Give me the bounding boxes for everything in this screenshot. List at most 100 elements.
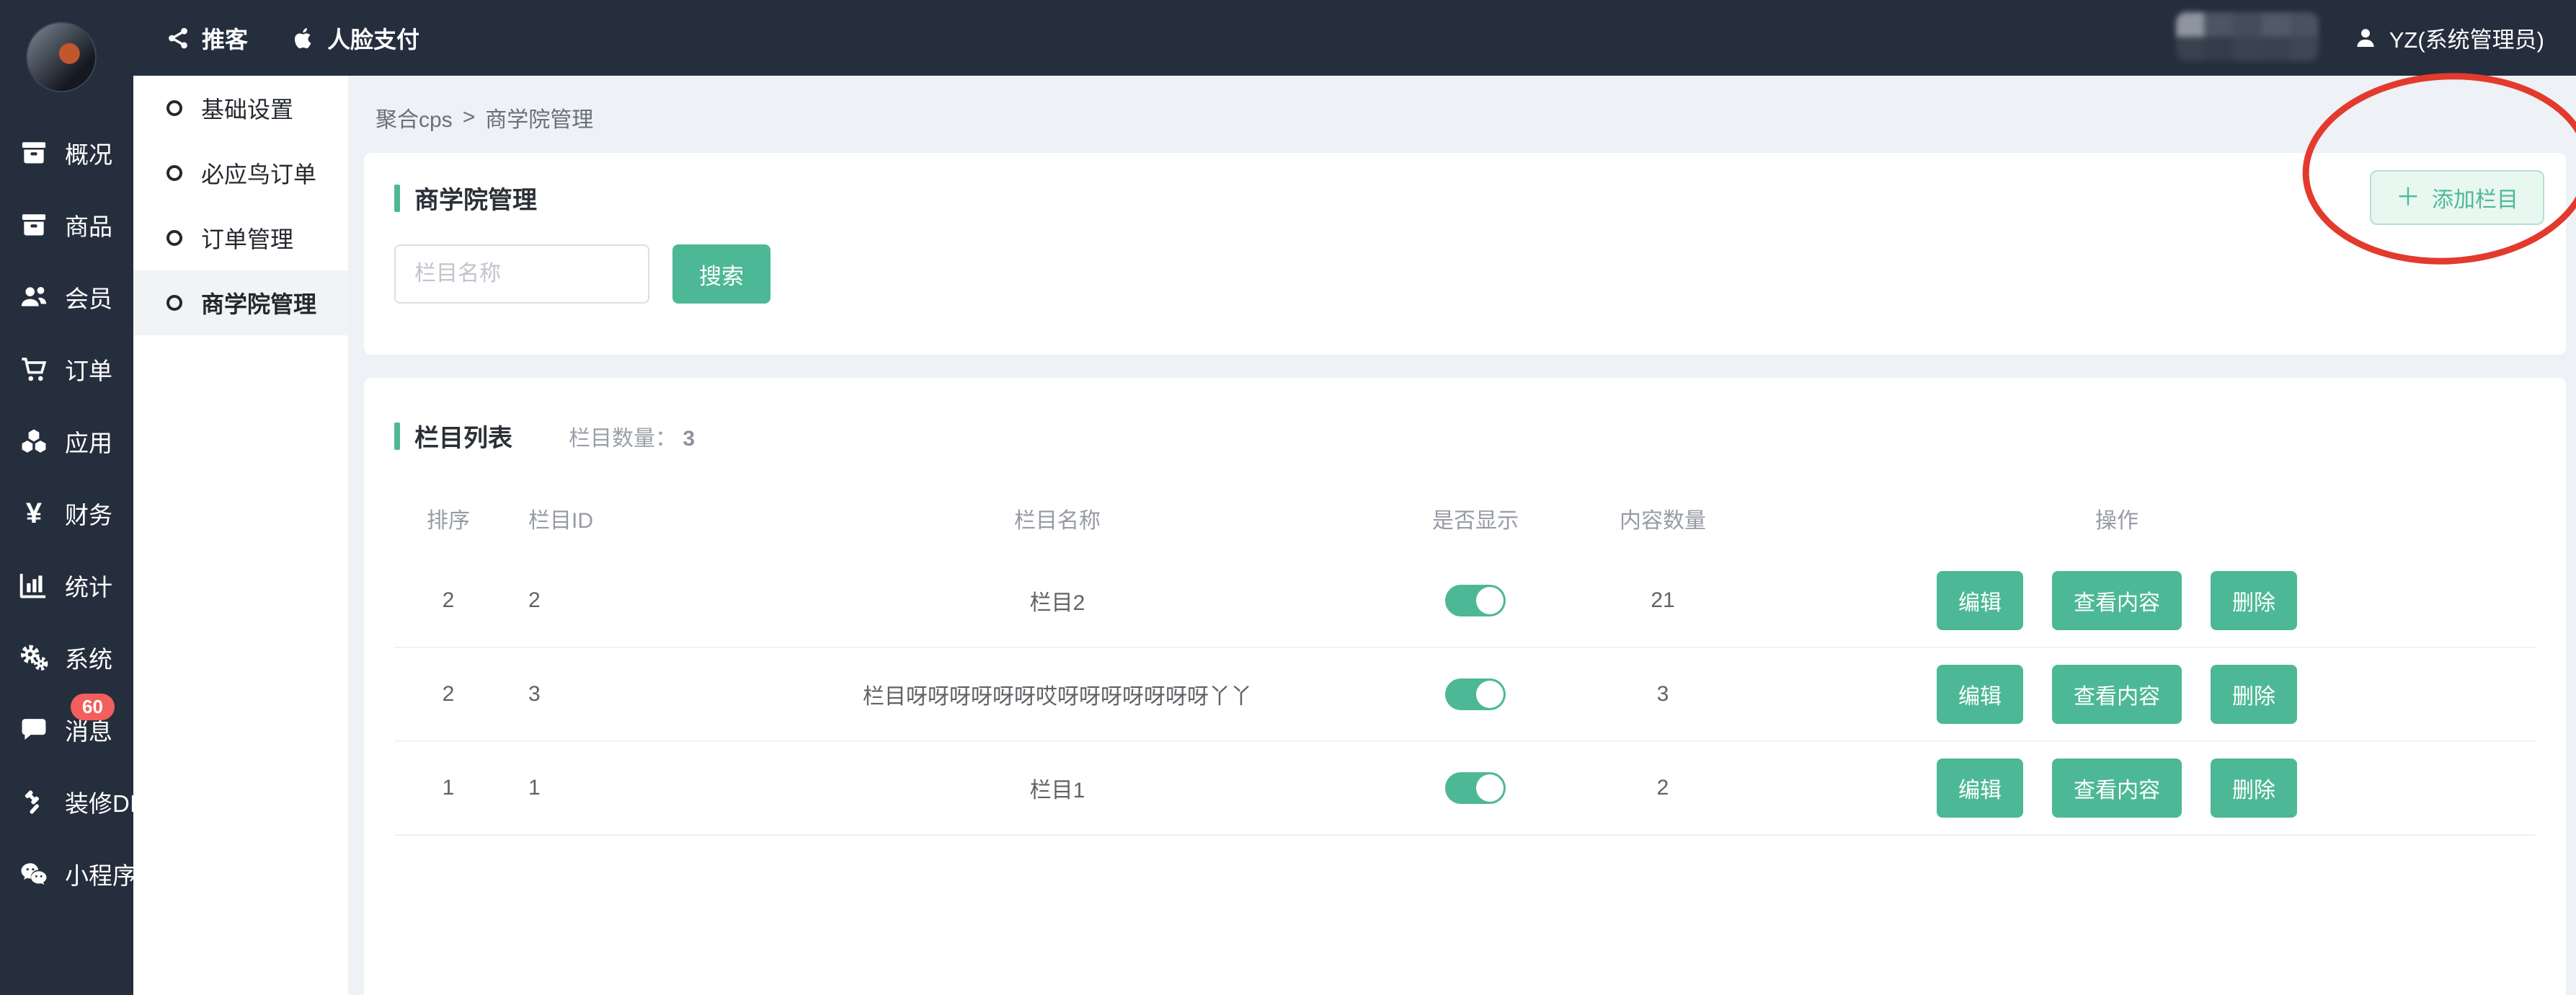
delete-button[interactable]: 删除 [2211,665,2297,724]
cell-column-id: 2 [502,588,733,613]
sidebar-item-label: 应用 [65,424,112,459]
breadcrumb-current: 商学院管理 [485,102,593,133]
submenu-item-order-management[interactable]: 订单管理 [133,205,348,270]
sidebar-item-statistics[interactable]: 统计 [0,549,133,622]
cell-content-count: 3 [1569,682,1756,707]
redacted-blur-block [2176,12,2319,61]
submenu: 基础设置 必应鸟订单 订单管理 商学院管理 [133,76,348,995]
top-nav-label: 推客 [202,22,248,55]
user-avatar[interactable] [26,22,97,92]
cell-sort: 1 [394,776,502,800]
cell-actions: 编辑 查看内容 删除 [1901,571,2333,630]
app-window: 推客 人脸支付 YZ(系统管理员) [0,0,2576,995]
sidebar-item-label: 系统 [65,640,112,675]
main-content: 聚合cps > 商学院管理 商学院管理 搜索 ＋ 添加栏目 [348,76,2576,995]
view-content-button[interactable]: 查看内容 [2052,759,2182,818]
top-nav-label: 人脸支付 [327,22,419,55]
header-visible: 是否显示 [1382,503,1569,534]
header-sort: 排序 [394,503,502,534]
sidebar-item-label: 会员 [65,280,112,314]
add-column-button[interactable]: ＋ 添加栏目 [2370,170,2544,225]
toggle-knob [1476,681,1504,708]
top-nav: 推客 人脸支付 [166,22,419,55]
table-row: 1 1 栏目1 2 编辑 查看内容 删除 [394,742,2536,836]
user-name-label: YZ(系统管理员) [2389,22,2544,54]
sidebar-item-messages[interactable]: 消息 60 [0,694,133,766]
circle-icon [166,100,182,116]
cell-column-name: 栏目2 [733,585,1382,616]
cell-column-name: 栏目呀呀呀呀呀呀哎呀呀呀呀呀呀呀丫丫 [733,678,1382,710]
sidebar-item-label: 装修DIY [65,784,152,819]
submenu-item-bingbird-orders[interactable]: 必应鸟订单 [133,141,348,205]
breadcrumb-link[interactable]: 聚合cps [376,102,453,133]
view-content-button[interactable]: 查看内容 [2052,665,2182,724]
top-bar: 推客 人脸支付 YZ(系统管理员) [0,0,2576,76]
panel-title: 栏目列表 [414,418,512,454]
apple-icon [291,26,316,50]
header-actions: 操作 [1901,503,2333,534]
archive-icon [19,210,49,240]
sidebar-item-label: 商品 [65,208,112,242]
delete-button[interactable]: 删除 [2211,571,2297,630]
toggle-knob [1476,774,1504,802]
submenu-item-business-school[interactable]: 商学院管理 [133,270,348,335]
submenu-item-label: 订单管理 [201,221,293,255]
gavel-icon [19,787,49,817]
sidebar-item-label: 订单 [65,352,112,386]
header-content-count: 内容数量 [1569,503,1756,534]
cell-column-name: 栏目1 [733,772,1382,804]
cell-content-count: 2 [1569,776,1756,800]
cubes-icon [19,426,49,456]
column-count: 栏目数量： 3 [569,420,695,452]
sidebar-item-products[interactable]: 商品 [0,189,133,261]
sidebar-item-system[interactable]: 系统 [0,622,133,694]
bar-chart-icon [19,570,49,601]
cell-column-id: 3 [502,682,733,707]
search-button[interactable]: 搜索 [672,244,770,304]
sidebar-item-overview[interactable]: 概况 [0,117,133,189]
manage-panel: 商学院管理 搜索 ＋ 添加栏目 [364,153,2566,355]
delete-button[interactable]: 删除 [2211,759,2297,818]
top-nav-tuike[interactable]: 推客 [166,22,248,55]
top-nav-face-pay[interactable]: 人脸支付 [291,22,419,55]
sidebar-item-apps[interactable]: 应用 [0,405,133,477]
cell-column-id: 1 [502,776,733,800]
sidebar: 概况 商品 会员 订单 应用 ¥ 财务 [0,76,133,995]
share-icon [166,26,190,50]
cell-sort: 2 [394,588,502,613]
table-body: 2 2 栏目2 21 编辑 查看内容 删除 2 3 栏目呀呀呀呀呀呀哎呀呀呀呀呀… [394,554,2536,836]
panel-title: 商学院管理 [414,180,537,216]
top-bar-right: YZ(系统管理员) [2176,14,2544,63]
table-header-row: 排序 栏目ID 栏目名称 是否显示 内容数量 操作 [394,490,2536,547]
sidebar-item-label: 统计 [65,568,112,603]
user-menu[interactable]: YZ(系统管理员) [2353,22,2544,54]
edit-button[interactable]: 编辑 [1937,759,2023,818]
add-column-label: 添加栏目 [2432,182,2518,213]
sidebar-item-finance[interactable]: ¥ 财务 [0,477,133,549]
archive-icon [19,138,49,168]
column-name-input[interactable] [394,244,649,304]
visible-toggle[interactable] [1445,585,1506,616]
sidebar-item-members[interactable]: 会员 [0,261,133,333]
visible-toggle[interactable] [1445,772,1506,804]
sidebar-item-label: 财务 [65,496,112,531]
circle-icon [166,230,182,246]
visible-toggle[interactable] [1445,678,1506,710]
title-accent-bar [394,185,400,212]
users-icon [19,282,49,312]
edit-button[interactable]: 编辑 [1937,665,2023,724]
breadcrumb: 聚合cps > 商学院管理 [376,103,2566,132]
submenu-item-label: 基础设置 [201,92,293,125]
sidebar-item-orders[interactable]: 订单 [0,333,133,405]
table-row: 2 2 栏目2 21 编辑 查看内容 删除 [394,554,2536,648]
sidebar-item-decorate-diy[interactable]: 装修DIY [0,766,133,838]
submenu-item-label: 商学院管理 [201,286,316,319]
view-content-button[interactable]: 查看内容 [2052,571,2182,630]
sidebar-item-mini-program[interactable]: 小程序 [0,838,133,910]
edit-button[interactable]: 编辑 [1937,571,2023,630]
header-id: 栏目ID [502,503,733,534]
submenu-item-basic-settings[interactable]: 基础设置 [133,76,348,141]
submenu-item-label: 必应鸟订单 [201,156,316,190]
cell-actions: 编辑 查看内容 删除 [1901,665,2333,724]
sidebar-item-label: 小程序 [65,857,136,891]
